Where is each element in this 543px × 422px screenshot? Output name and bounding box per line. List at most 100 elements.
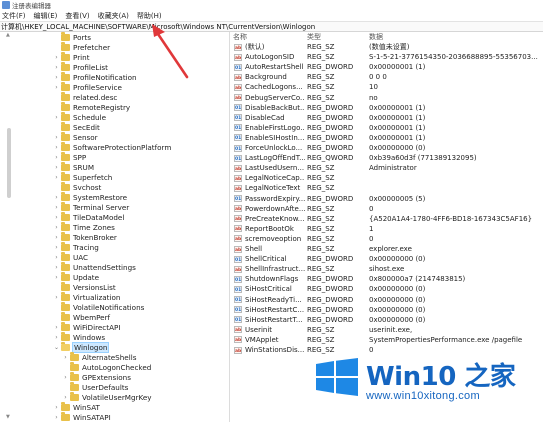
tree-item[interactable]: › Superfetch xyxy=(53,172,112,182)
value-row[interactable]: 01 EnableFirstLogo... REG_DWORD 0x00000001 … xyxy=(231,123,543,133)
chevron-right-icon[interactable]: › xyxy=(53,134,60,141)
address-path[interactable]: 计算机\HKEY_LOCAL_MACHINE\SOFTWARE\Microsof… xyxy=(1,22,315,32)
tree-item[interactable]: Svchost xyxy=(53,182,101,192)
tree-subitem[interactable]: AutoLogonChecked xyxy=(62,362,151,372)
tree-item[interactable]: RemoteRegistry xyxy=(53,102,130,112)
value-row[interactable]: 01 EnableSIHostIn... REG_DWORD 0x00000001 (… xyxy=(231,133,543,143)
value-row[interactable]: 01 LastLogOffEndT... REG_QWORD 0xb39a60d3f … xyxy=(231,153,543,163)
column-header-data[interactable]: 数据 xyxy=(369,32,383,42)
value-row[interactable]: 01 ShutdownFlags REG_DWORD 0x800000a7 (2147… xyxy=(231,274,543,284)
chevron-right-icon[interactable]: › xyxy=(53,164,60,171)
value-row[interactable]: 01 PasswordExpiry... REG_DWORD 0x00000005 (… xyxy=(231,194,543,204)
tree-item[interactable]: › WiFiDirectAPI xyxy=(53,322,120,332)
tree-item[interactable]: › Update xyxy=(53,272,99,282)
tree-subitem[interactable]: UserDefaults xyxy=(62,382,128,392)
column-header-type[interactable]: 类型 xyxy=(307,32,321,42)
tree-item[interactable]: › SoftwareProtectionPlatform xyxy=(53,142,171,152)
tree-item[interactable]: VersionsList xyxy=(53,282,116,292)
tree-item[interactable]: › Tracing xyxy=(53,242,99,252)
value-row[interactable]: 01 SiHostCritical REG_DWORD 0x00000000 (0) xyxy=(231,284,543,294)
tree-item[interactable]: › UAC xyxy=(53,252,88,262)
chevron-right-icon[interactable]: › xyxy=(53,414,60,421)
chevron-right-icon[interactable]: › xyxy=(53,294,60,301)
value-row[interactable]: ab PreCreateKnow... REG_SZ {A520A1A4-1780-4… xyxy=(231,214,543,224)
value-row[interactable]: 01 SiHostRestartC... REG_DWORD 0x00000000 (… xyxy=(231,305,543,315)
tree-item[interactable]: › Sensor xyxy=(53,132,98,142)
tree-item[interactable]: › WinSATAPI xyxy=(53,412,111,422)
address-bar[interactable]: 计算机\HKEY_LOCAL_MACHINE\SOFTWARE\Microsof… xyxy=(0,21,543,32)
value-row[interactable]: ab LegalNoticeText REG_SZ xyxy=(231,183,543,193)
tree-item[interactable]: › Terminal Server xyxy=(53,202,129,212)
chevron-right-icon[interactable]: › xyxy=(53,84,60,91)
tree-item[interactable]: › SPP xyxy=(53,152,86,162)
value-row[interactable]: ab DebugServerCo... REG_SZ no xyxy=(231,93,543,103)
tree-subitem[interactable]: › GPExtensions xyxy=(62,372,131,382)
tree-item[interactable]: › SRUM xyxy=(53,162,94,172)
value-row[interactable]: 01 SiHostReadyTi... REG_DWORD 0x00000000 (0… xyxy=(231,295,543,305)
chevron-right-icon[interactable]: › xyxy=(53,234,60,241)
tree-item[interactable]: › Virtualization xyxy=(53,292,120,302)
chevron-down-icon[interactable]: ⌄ xyxy=(53,344,60,351)
chevron-right-icon[interactable]: › xyxy=(53,54,60,61)
chevron-right-icon[interactable]: › xyxy=(62,354,69,361)
chevron-right-icon[interactable]: › xyxy=(53,254,60,261)
column-header-name[interactable]: 名称 xyxy=(233,32,247,42)
tree-item[interactable]: › UnattendSettings xyxy=(53,262,136,272)
chevron-right-icon[interactable]: › xyxy=(53,64,60,71)
chevron-right-icon[interactable]: › xyxy=(62,374,69,381)
chevron-right-icon[interactable]: › xyxy=(53,74,60,81)
value-row[interactable]: ab scremoveoption REG_SZ 0 xyxy=(231,234,543,244)
menu-favorites[interactable]: 收藏夹(A) xyxy=(98,11,129,21)
value-row[interactable]: ab AutoLogonSID REG_SZ S-1-5-21-3776154350-… xyxy=(231,52,543,62)
chevron-right-icon[interactable]: › xyxy=(53,114,60,121)
tree-item[interactable]: related.desc xyxy=(53,92,117,102)
value-row[interactable]: ab Userinit REG_SZ userinit.exe, xyxy=(231,325,543,335)
value-row[interactable]: ab PowerdownAfte... REG_SZ 0 xyxy=(231,204,543,214)
chevron-right-icon[interactable]: › xyxy=(53,324,60,331)
chevron-right-icon[interactable]: › xyxy=(53,334,60,341)
scroll-thumb[interactable] xyxy=(7,128,11,198)
tree-scrollbar[interactable]: ▲ ▼ xyxy=(6,32,12,422)
value-row[interactable]: ab Background REG_SZ 0 0 0 xyxy=(231,72,543,82)
value-row[interactable]: ab Shell REG_SZ explorer.exe xyxy=(231,244,543,254)
value-row[interactable]: 01 DisableBackBut... REG_DWORD 0x00000001 (… xyxy=(231,103,543,113)
value-row[interactable]: ab LastUsedUsern... REG_SZ Administrator xyxy=(231,163,543,173)
value-row[interactable]: ab LegalNoticeCap... REG_SZ xyxy=(231,173,543,183)
tree-item[interactable]: › Print xyxy=(53,52,90,62)
tree-item[interactable]: VolatileNotifications xyxy=(53,302,144,312)
chevron-right-icon[interactable]: › xyxy=(53,204,60,211)
chevron-right-icon[interactable]: › xyxy=(53,244,60,251)
value-row[interactable]: 01 DisableCad REG_DWORD 0x00000001 (1) xyxy=(231,113,543,123)
tree-item[interactable]: Ports xyxy=(53,32,91,42)
value-row[interactable]: ab VMApplet REG_SZ SystemPropertiesPerforma… xyxy=(231,335,543,345)
scroll-down-icon[interactable]: ▼ xyxy=(6,414,10,420)
chevron-right-icon[interactable]: › xyxy=(62,394,69,401)
tree-item[interactable]: SecEdit xyxy=(53,122,100,132)
tree-item[interactable]: › WinSAT xyxy=(53,402,100,412)
tree-item[interactable]: › SystemRestore xyxy=(53,192,127,202)
menu-file[interactable]: 文件(F) xyxy=(2,11,26,21)
chevron-right-icon[interactable]: › xyxy=(53,174,60,181)
tree-item[interactable]: › TokenBroker xyxy=(53,232,117,242)
tree-item[interactable]: Prefetcher xyxy=(53,42,110,52)
tree-item[interactable]: › Schedule xyxy=(53,112,106,122)
tree-item[interactable]: › Time Zones xyxy=(53,222,115,232)
tree-item[interactable]: › ProfileNotification xyxy=(53,72,137,82)
value-row[interactable]: 01 SiHostRestartT... REG_DWORD 0x00000000 (… xyxy=(231,315,543,325)
value-row[interactable]: 01 AutoRestartShell REG_DWORD 0x00000001 (1… xyxy=(231,62,543,72)
value-row[interactable]: ab ShellInfrastruct... REG_SZ sihost.exe xyxy=(231,264,543,274)
value-row[interactable]: ab CachedLogons... REG_SZ 10 xyxy=(231,82,543,92)
tree-item[interactable]: ⌄ Winlogon xyxy=(53,341,110,353)
scroll-up-icon[interactable]: ▲ xyxy=(6,32,10,38)
menu-edit[interactable]: 编辑(E) xyxy=(34,11,58,21)
chevron-right-icon[interactable]: › xyxy=(53,194,60,201)
value-row[interactable]: 01 ShellCritical REG_DWORD 0x00000000 (0) xyxy=(231,254,543,264)
tree-subitem[interactable]: › AlternateShells xyxy=(62,352,136,362)
chevron-right-icon[interactable]: › xyxy=(53,144,60,151)
tree-item[interactable]: › ProfileService xyxy=(53,82,122,92)
tree-subitem[interactable]: › VolatileUserMgrKey xyxy=(62,392,152,402)
chevron-right-icon[interactable]: › xyxy=(53,214,60,221)
tree-item[interactable]: › Windows xyxy=(53,332,105,342)
chevron-right-icon[interactable]: › xyxy=(53,224,60,231)
chevron-right-icon[interactable]: › xyxy=(53,264,60,271)
